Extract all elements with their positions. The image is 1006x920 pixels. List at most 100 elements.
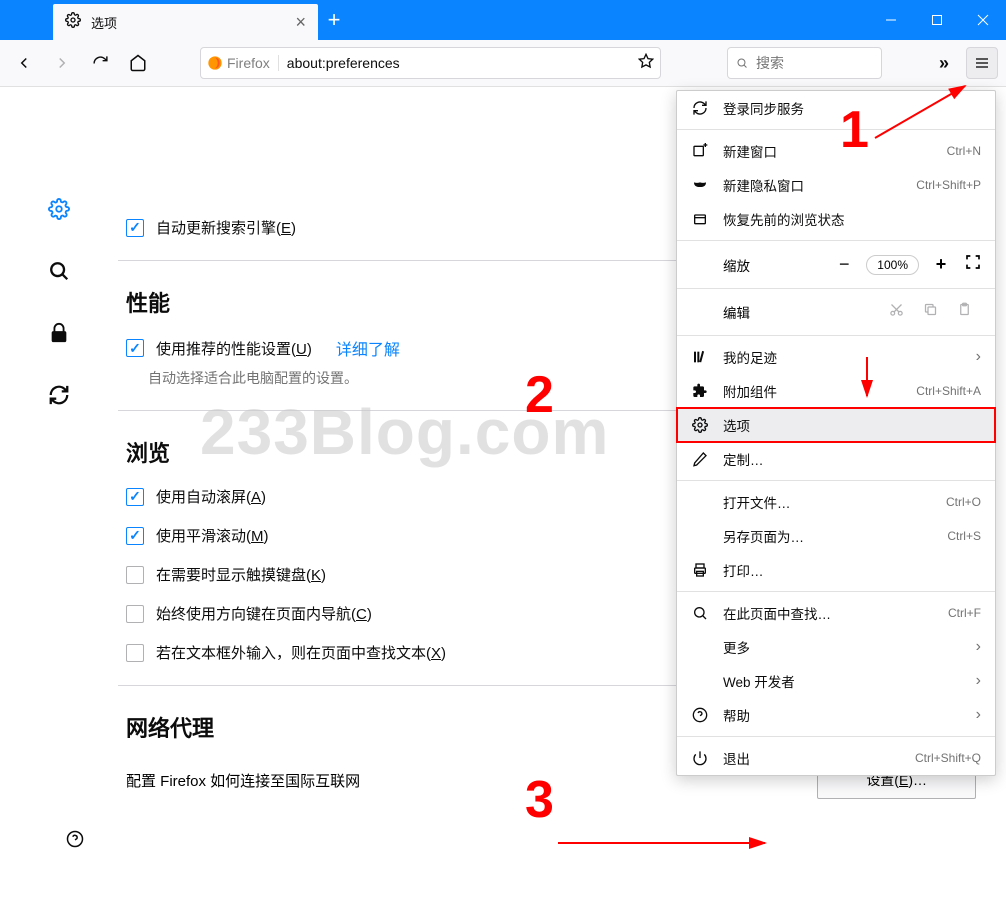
new-tab-button[interactable]: + (318, 0, 350, 40)
menu-library[interactable]: 我的足迹› (677, 340, 995, 374)
menu-help[interactable]: 帮助› (677, 698, 995, 732)
menu-edit-row: 编辑 (677, 293, 995, 331)
library-icon (691, 349, 709, 365)
menu-customize[interactable]: 定制… (677, 442, 995, 476)
touch-keyboard-checkbox[interactable] (126, 566, 144, 584)
menu-webdev[interactable]: Web 开发者› (677, 664, 995, 698)
search-icon (736, 56, 748, 70)
edit-label: 编辑 (723, 302, 879, 322)
menu-open-file[interactable]: 打开文件…Ctrl+O (677, 485, 995, 519)
fullscreen-button[interactable] (965, 254, 981, 275)
print-icon (691, 562, 709, 578)
proxy-desc: 配置 Firefox 如何连接至国际互联网 (126, 770, 360, 791)
menu-separator (677, 591, 995, 592)
menu-quit[interactable]: 退出Ctrl+Shift+Q (677, 741, 995, 775)
browser-tab[interactable]: 选项 × (53, 4, 318, 40)
close-button[interactable] (960, 0, 1006, 40)
menu-sync[interactable]: 登录同步服务 (677, 91, 995, 125)
use-recommended-checkbox[interactable] (126, 339, 144, 357)
identity-box[interactable]: Firefox (207, 55, 279, 71)
gear-icon (691, 417, 709, 433)
autoscroll-checkbox[interactable] (126, 488, 144, 506)
auto-update-search-checkbox[interactable] (126, 219, 144, 237)
menu-separator (677, 240, 995, 241)
brand-label: Firefox (227, 55, 270, 71)
learn-more-link[interactable]: 详细了解 (336, 336, 400, 360)
puzzle-icon (691, 383, 709, 399)
autoscroll-label: 使用自动滚屏(A) (156, 486, 266, 507)
copy-button[interactable] (913, 302, 947, 322)
chevron-right-icon: › (976, 706, 981, 724)
auto-update-search-label: 自动更新搜索引擎(E) (156, 217, 296, 238)
brush-icon (691, 451, 709, 467)
use-recommended-label: 使用推荐的性能设置(U) (156, 338, 312, 359)
search-box[interactable] (727, 47, 882, 79)
chevron-right-icon: › (976, 638, 981, 656)
smooth-scroll-checkbox[interactable] (126, 527, 144, 545)
sidebar-general-icon[interactable] (47, 197, 71, 221)
search-on-type-checkbox[interactable] (126, 644, 144, 662)
menu-options[interactable]: 选项 (677, 408, 995, 442)
help-icon[interactable] (66, 830, 84, 853)
maximize-button[interactable] (914, 0, 960, 40)
gear-icon (65, 12, 81, 33)
paste-button[interactable] (947, 302, 981, 322)
cut-button[interactable] (879, 302, 913, 322)
menu-separator (677, 288, 995, 289)
window-controls (868, 0, 1006, 40)
sync-icon (691, 100, 709, 116)
search-input[interactable] (756, 55, 873, 71)
new-window-icon (691, 143, 709, 159)
smooth-scroll-label: 使用平滑滚动(M) (156, 525, 269, 546)
menu-restore[interactable]: 恢复先前的浏览状态 (677, 202, 995, 236)
sidebar-search-icon[interactable] (47, 259, 71, 283)
bookmark-star-icon[interactable] (638, 53, 654, 74)
annotation-2: 2 (525, 365, 554, 425)
firefox-icon (207, 55, 223, 71)
back-button[interactable] (8, 47, 40, 79)
power-icon (691, 750, 709, 766)
overflow-button[interactable]: » (928, 47, 960, 79)
zoom-label: 缩放 (723, 255, 830, 275)
url-text: about:preferences (287, 55, 638, 71)
chevron-right-icon: › (976, 348, 981, 366)
search-on-type-label: 若在文本框外输入，则在页面中查找文本(X) (156, 642, 446, 663)
mask-icon (691, 177, 709, 193)
menu-more[interactable]: 更多› (677, 630, 995, 664)
menu-new-private[interactable]: 新建隐私窗口Ctrl+Shift+P (677, 168, 995, 202)
menu-new-window[interactable]: 新建窗口Ctrl+N (677, 134, 995, 168)
menu-addons[interactable]: 附加组件Ctrl+Shift+A (677, 374, 995, 408)
home-button[interactable] (122, 47, 154, 79)
tab-close-icon[interactable]: × (295, 12, 306, 33)
menu-separator (677, 129, 995, 130)
menu-zoom-row: 缩放 − 100% + (677, 245, 995, 284)
forward-button[interactable] (46, 47, 78, 79)
menu-find[interactable]: 在此页面中查找…Ctrl+F (677, 596, 995, 630)
toolbar: Firefox about:preferences » (0, 40, 1006, 87)
url-bar[interactable]: Firefox about:preferences (200, 47, 661, 79)
zoom-in-button[interactable]: + (927, 254, 955, 275)
caret-nav-label: 始终使用方向键在页面内导航(C) (156, 603, 372, 624)
annotation-3: 3 (525, 770, 554, 830)
sidebar-privacy-icon[interactable] (47, 321, 71, 345)
search-icon (691, 605, 709, 621)
hamburger-menu-button[interactable] (966, 47, 998, 79)
minimize-button[interactable] (868, 0, 914, 40)
help-icon (691, 707, 709, 723)
menu-separator (677, 335, 995, 336)
prefs-sidebar (0, 87, 118, 920)
zoom-value: 100% (866, 255, 919, 275)
tab-title: 选项 (91, 13, 117, 32)
menu-print[interactable]: 打印… (677, 553, 995, 587)
reload-button[interactable] (84, 47, 116, 79)
chevron-right-icon: › (976, 672, 981, 690)
sidebar-sync-icon[interactable] (47, 383, 71, 407)
touch-keyboard-label: 在需要时显示触摸键盘(K) (156, 564, 326, 585)
restore-icon (691, 211, 709, 227)
zoom-out-button[interactable]: − (830, 254, 858, 275)
annotation-1: 1 (840, 100, 869, 160)
menu-save-as[interactable]: 另存页面为…Ctrl+S (677, 519, 995, 553)
menu-separator (677, 480, 995, 481)
caret-nav-checkbox[interactable] (126, 605, 144, 623)
app-menu: 登录同步服务 新建窗口Ctrl+N 新建隐私窗口Ctrl+Shift+P 恢复先… (676, 90, 996, 776)
